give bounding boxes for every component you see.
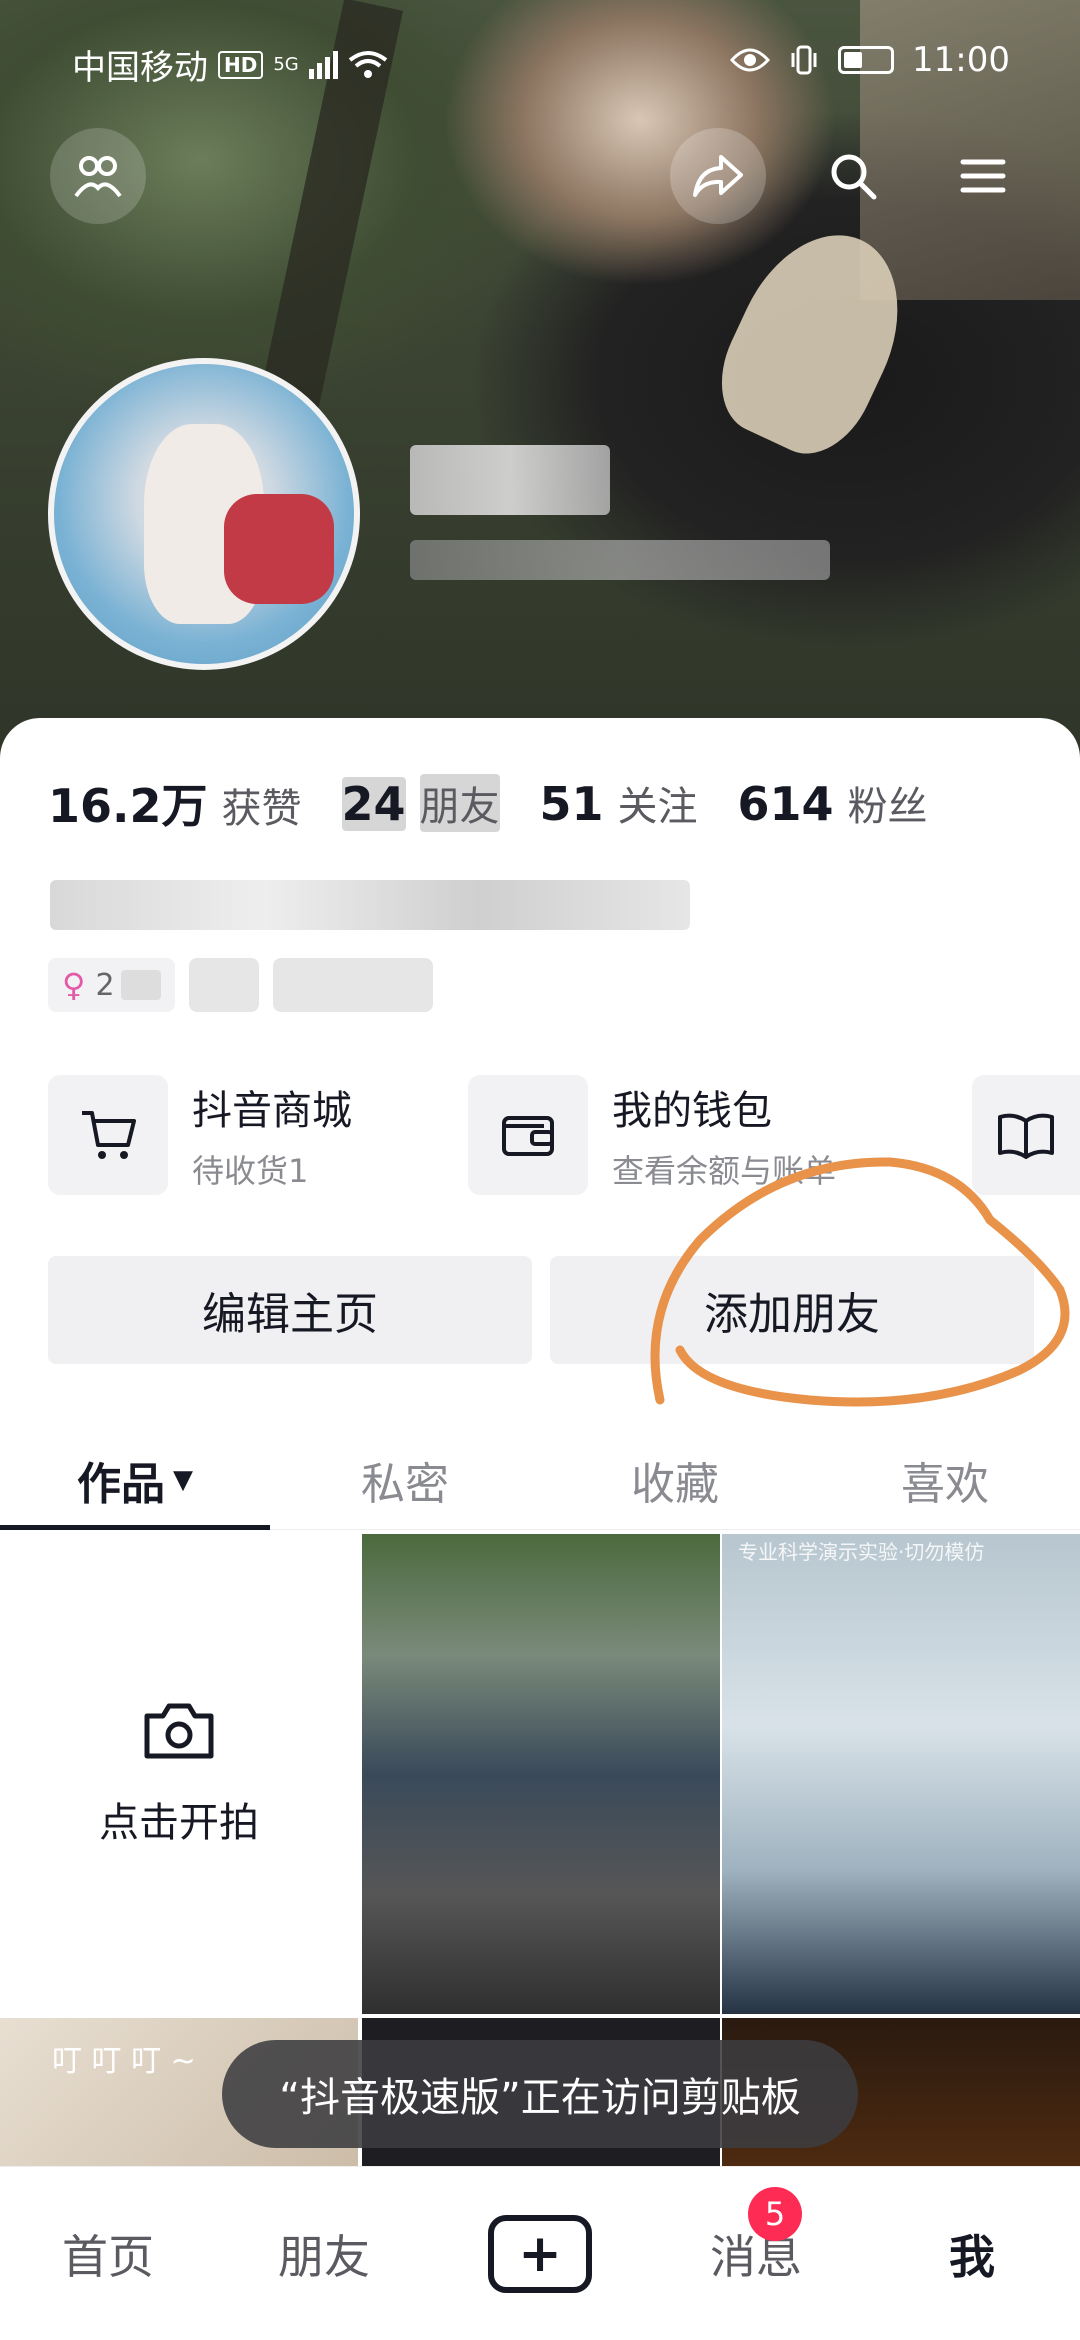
annotation-circle [650,1157,1070,1407]
stat-followers[interactable]: 614 粉丝 [738,774,928,832]
video-thumbnail[interactable]: 专业科学演示实验·切勿模仿 [722,1534,1080,2014]
stat-likes-label: 获赞 [221,786,302,832]
friends-list-button[interactable] [50,128,146,224]
clock: 11:00 [912,40,1010,80]
avatar[interactable] [48,358,360,670]
video-thumbnail[interactable] [362,1534,720,2014]
stat-friends-label: 朋友 [419,774,500,832]
tab-likes[interactable]: 喜欢 [810,1430,1080,1529]
camera-icon [144,1703,214,1759]
network-type: 5G [273,54,299,75]
tag-location-masked [188,958,259,1012]
tab-works-label: 作品 [77,1458,165,1510]
video-caption: 叮 叮 叮 ~ [52,2044,196,2079]
profile-stats: 16.2万 获赞 24 朋友 51 关注 614 粉丝 [48,770,968,836]
bio-masked [50,880,690,930]
stat-following-label: 关注 [617,784,698,830]
nav-friends[interactable]: 朋友 [216,2221,432,2287]
nav-messages[interactable]: 消息 5 [648,2186,864,2287]
stat-friends[interactable]: 24 朋友 [341,774,500,832]
shortcut-mall-subtitle: 待收货1 [192,1152,309,1190]
hd-icon: HD [218,50,264,79]
eye-icon [730,48,771,72]
battery-icon [838,46,895,74]
hamburger-menu-icon [960,159,1006,193]
video-watermark: 专业科学演示实验·切勿模仿 [738,1540,985,1564]
carrier-name: 中国移动 [72,48,208,88]
shortcut-mall-title: 抖音商城 [192,1088,352,1134]
username-masked [410,445,610,515]
stat-followers-value: 614 [737,777,834,831]
shoot-label: 点击开拍 [99,1800,259,1846]
profile-screen: 中国移动 HD 5G 11:00 16.2万 获赞 24 朋友 51 关注 61… [0,0,1080,2340]
share-arrow-icon [693,155,743,197]
wifi-icon [348,50,387,78]
tab-private[interactable]: 私密 [270,1430,540,1529]
profile-tags: ♀ 2 [48,958,433,1012]
search-icon [831,154,877,200]
stat-followers-label: 粉丝 [847,784,928,830]
signal-icon [308,50,338,79]
status-bar: 中国移动 HD 5G 11:00 [0,0,1080,110]
bottom-nav: 首页 朋友 + 消息 5 我 [0,2166,1080,2340]
nav-home[interactable]: 首页 [0,2221,216,2287]
menu-button[interactable] [935,128,1031,224]
stat-friends-value: 24 [341,777,406,831]
tab-favorites[interactable]: 收藏 [540,1430,810,1529]
tag-age-text: 2 [95,967,115,1003]
stat-following[interactable]: 51 关注 [540,774,698,832]
content-tabs: 作品 ▼ 私密 收藏 喜欢 [0,1430,1080,1530]
wallet-icon [468,1075,588,1195]
plus-icon: + [488,2214,592,2293]
stat-likes[interactable]: 16.2万 获赞 [48,770,302,836]
user-id-masked [410,540,830,580]
search-button[interactable] [805,128,901,224]
shortcut-mall[interactable]: 抖音商城 待收货1 [48,1075,352,1195]
tab-works[interactable]: 作品 ▼ [0,1430,270,1530]
messages-badge: 5 [748,2186,802,2241]
vibrate-icon [791,45,817,75]
share-button[interactable] [670,128,766,224]
clipboard-toast: “抖音极速版”正在访问剪贴板 [222,2040,858,2148]
nav-create[interactable]: + [432,2214,648,2293]
stat-following-value: 51 [539,777,604,831]
edit-profile-button[interactable]: 编辑主页 [48,1256,532,1364]
stat-likes-value: 16.2万 [48,779,208,833]
shoot-video-tile[interactable]: 点击开拍 [0,1534,358,2014]
shortcut-wallet-title: 我的钱包 [612,1088,772,1134]
nav-me[interactable]: 我 [864,2221,1080,2287]
female-icon: ♀ [62,966,86,1004]
caret-down-icon: ▼ [173,1464,193,1495]
tag-age-masked [120,970,161,1000]
cart-icon [48,1075,168,1195]
people-icon [74,156,122,198]
tag-gender-age: ♀ 2 [48,958,175,1012]
tag-school-masked [272,958,433,1012]
avatar-flower [224,494,334,604]
